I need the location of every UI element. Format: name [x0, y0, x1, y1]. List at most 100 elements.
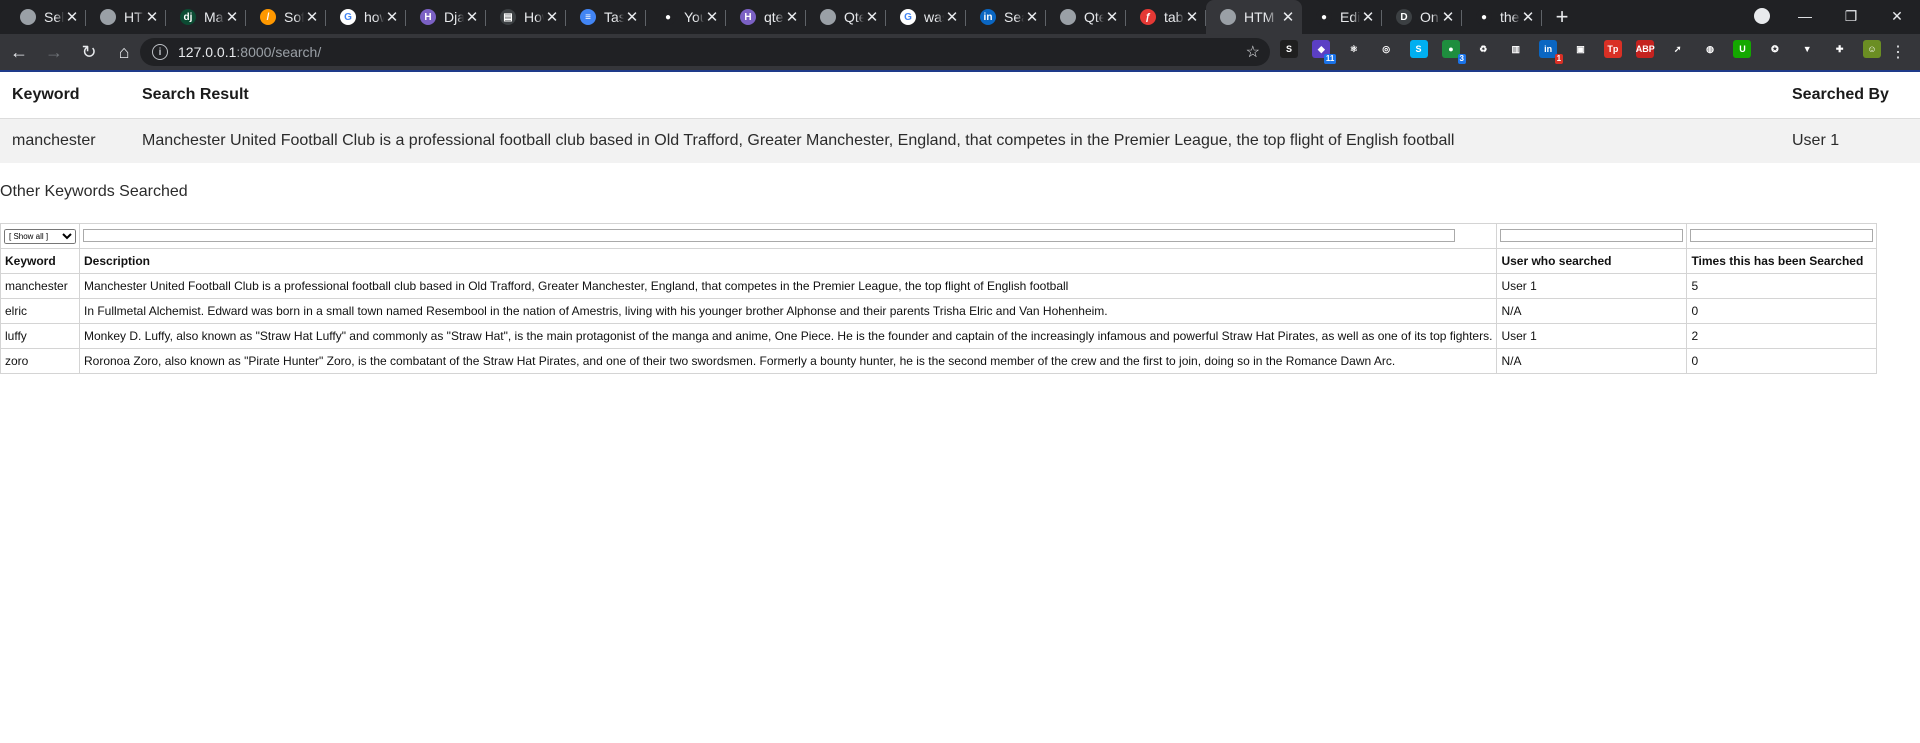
- browser-tab[interactable]: H Djan✕: [406, 0, 486, 34]
- browser-tab[interactable]: ≡ Task✕: [566, 0, 646, 34]
- tab-close-icon[interactable]: ✕: [144, 8, 160, 26]
- extension-glyph: ◆: [1317, 43, 1325, 54]
- browser-tab[interactable]: dj Man✕: [166, 0, 246, 34]
- reader-icon[interactable]: ▥: [1506, 40, 1525, 58]
- globe-ext-icon[interactable]: ◍: [1701, 40, 1720, 58]
- tab-title: Qtec: [1084, 9, 1104, 25]
- tab-close-icon[interactable]: ✕: [1440, 8, 1456, 26]
- row-user: User 1: [1496, 323, 1688, 349]
- browser-tab[interactable]: ● thec✕: [1462, 0, 1542, 34]
- extension-glyph: ✚: [1835, 43, 1844, 54]
- recycle-icon[interactable]: ♻: [1474, 40, 1493, 58]
- skype-icon[interactable]: S: [1409, 40, 1428, 58]
- tab-close-icon[interactable]: ✕: [1280, 8, 1296, 26]
- row-times: 0: [1686, 348, 1878, 374]
- browser-tab[interactable]: HTM✕: [1206, 0, 1302, 34]
- tab-title: Edit: [1340, 9, 1360, 25]
- browser-tab[interactable]: ● Your✕: [646, 0, 726, 34]
- target-icon[interactable]: ◎: [1377, 40, 1396, 58]
- result-row: manchester Manchester United Football Cl…: [0, 118, 1920, 163]
- upwork-icon[interactable]: U: [1733, 40, 1752, 58]
- times-filter-input[interactable]: [1690, 229, 1874, 242]
- tab-close-icon[interactable]: ✕: [784, 8, 800, 26]
- puzzle-icon[interactable]: ✚: [1830, 40, 1849, 58]
- browser-tab[interactable]: Qtec✕: [1046, 0, 1126, 34]
- tabs-container: Sele✕HTM✕djMan✕/Soft✕Ghow✕HDjan✕▤How✕≡Ta…: [6, 0, 1542, 34]
- tab-search-icon[interactable]: [1754, 8, 1770, 24]
- tab-close-icon[interactable]: ✕: [704, 8, 720, 26]
- profile-avatar-icon[interactable]: ☺: [1863, 40, 1882, 58]
- s-extension-icon[interactable]: S: [1280, 40, 1298, 58]
- d-icon: D: [1396, 9, 1412, 25]
- times-filter-cell: [1686, 223, 1878, 249]
- row-times: 5: [1686, 273, 1878, 299]
- table-row: zoro Roronoa Zoro, also known as "Pirate…: [0, 348, 1878, 374]
- green-extension-icon[interactable]: ● 3: [1441, 40, 1466, 64]
- extension-glyph: Tp: [1607, 44, 1619, 54]
- adblock-icon[interactable]: ◆ 11: [1312, 40, 1337, 64]
- tab-close-icon[interactable]: ✕: [1360, 8, 1376, 26]
- browser-tab[interactable]: Hqtec✕: [726, 0, 806, 34]
- site-info-icon[interactable]: i: [152, 44, 168, 60]
- reload-icon[interactable]: ↻: [73, 36, 105, 68]
- extension-glyph: ◎: [1382, 43, 1391, 54]
- linkedin-ext-icon[interactable]: in 1: [1539, 40, 1564, 64]
- new-tab-button[interactable]: +: [1548, 0, 1576, 34]
- bookmark-star-icon[interactable]: ☆: [1246, 42, 1260, 62]
- tab-close-icon[interactable]: ✕: [224, 8, 240, 26]
- browser-tab[interactable]: Sele✕: [6, 0, 86, 34]
- tab-close-icon[interactable]: ✕: [1104, 8, 1120, 26]
- tab-close-icon[interactable]: ✕: [944, 8, 960, 26]
- user-filter-input[interactable]: [1500, 229, 1684, 242]
- browser-tab[interactable]: ● Edit✕: [1302, 0, 1382, 34]
- browser-tab[interactable]: Qtec✕: [806, 0, 886, 34]
- row-description: Roronoa Zoro, also known as "Pirate Hunt…: [78, 348, 1498, 374]
- browser-tab[interactable]: ƒtable✕: [1126, 0, 1206, 34]
- tab-close-icon[interactable]: ✕: [1024, 8, 1040, 26]
- extension-glyph: ◍: [1706, 43, 1714, 54]
- tab-title: Sele: [44, 9, 64, 25]
- description-filter-input[interactable]: [83, 229, 1455, 242]
- extension-glyph: U: [1739, 44, 1746, 54]
- browser-tab[interactable]: in Sear✕: [966, 0, 1046, 34]
- url-text[interactable]: 127.0.0.1:8000/search/: [178, 44, 321, 60]
- browser-tab[interactable]: Gwas✕: [886, 0, 966, 34]
- address-bar[interactable]: i 127.0.0.1:8000/search/ ☆: [140, 38, 1270, 66]
- minimize-icon[interactable]: —: [1782, 0, 1828, 32]
- react-devtools-icon[interactable]: ⚛: [1344, 40, 1363, 58]
- col-user: User who searched: [1496, 248, 1688, 274]
- tab-close-icon[interactable]: ✕: [304, 8, 320, 26]
- keywords-header-row: Keyword Description User who searched Ti…: [0, 248, 1878, 274]
- home-icon[interactable]: ⌂: [108, 36, 140, 68]
- browser-tab[interactable]: / Soft✕: [246, 0, 326, 34]
- menu-dots-icon[interactable]: ⋮: [1890, 42, 1906, 62]
- keyword-filter-select[interactable]: [ Show all ]: [4, 229, 76, 244]
- tab-title: table: [1164, 9, 1184, 25]
- close-window-icon[interactable]: ✕: [1874, 0, 1920, 32]
- tp-icon[interactable]: Tp: [1603, 40, 1622, 58]
- browser-tab[interactable]: HTM✕: [86, 0, 166, 34]
- screenshot-icon[interactable]: ▣: [1571, 40, 1590, 58]
- tab-close-icon[interactable]: ✕: [864, 8, 880, 26]
- row-keyword: elric: [0, 298, 80, 324]
- browser-tab[interactable]: D Onli✕: [1382, 0, 1462, 34]
- tab-close-icon[interactable]: ✕: [624, 8, 640, 26]
- tab-close-icon[interactable]: ✕: [1184, 8, 1200, 26]
- back-arrow-icon[interactable]: ←: [3, 36, 35, 68]
- tab-close-icon[interactable]: ✕: [464, 8, 480, 26]
- browser-tab[interactable]: ▤ How✕: [486, 0, 566, 34]
- extension-glyph: ♻: [1479, 43, 1488, 54]
- tab-close-icon[interactable]: ✕: [1520, 8, 1536, 26]
- tab-close-icon[interactable]: ✕: [64, 8, 80, 26]
- forward-arrow-icon[interactable]: →: [38, 36, 70, 68]
- abp-icon[interactable]: ABP: [1636, 40, 1655, 58]
- restore-icon[interactable]: ❐: [1828, 0, 1874, 32]
- tab-close-icon[interactable]: ✕: [384, 8, 400, 26]
- flash-icon: ƒ: [1140, 9, 1156, 25]
- tab-close-icon[interactable]: ✕: [544, 8, 560, 26]
- browser-tab[interactable]: Ghow✕: [326, 0, 406, 34]
- vue-icon[interactable]: ▼: [1798, 40, 1817, 58]
- pin-icon[interactable]: ✪: [1765, 40, 1784, 58]
- keyword-filter-cell: [ Show all ]: [0, 223, 80, 249]
- cursor-icon[interactable]: ➚: [1668, 40, 1687, 58]
